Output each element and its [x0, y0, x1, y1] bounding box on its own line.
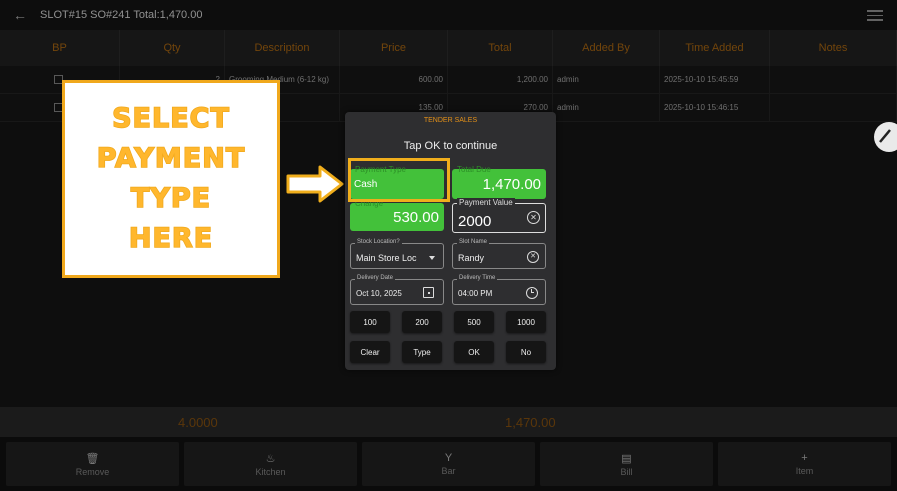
- dialog-subtitle: Tap OK to continue: [403, 140, 498, 152]
- quick-amount-1000-button[interactable]: 1000: [506, 311, 546, 333]
- slot-name-value: Randy: [458, 253, 485, 263]
- total-due-label: Total Due: [457, 165, 491, 174]
- slot-name-label: Slot Name: [457, 239, 490, 245]
- calendar-icon[interactable]: [423, 287, 434, 298]
- callout-line: HERE: [128, 222, 214, 255]
- quick-amount-200-button[interactable]: 200: [402, 311, 442, 333]
- pointer-arrow-icon: [286, 165, 344, 203]
- quick-amount-100-button[interactable]: 100: [350, 311, 390, 333]
- payment-value-input[interactable]: Payment Value 2000 ✕: [452, 198, 546, 233]
- delivery-date-field[interactable]: Delivery Date Oct 10, 2025: [350, 275, 444, 305]
- pencil-icon: [879, 129, 891, 143]
- ok-button[interactable]: OK: [454, 341, 494, 363]
- callout-line: PAYMENT: [96, 142, 246, 175]
- clear-button[interactable]: Clear: [350, 341, 390, 363]
- callout-line: SELECT: [111, 102, 230, 135]
- delivery-date-label: Delivery Date: [355, 275, 396, 281]
- change-field: Change 530.00: [350, 199, 444, 231]
- delivery-date-value: Oct 10, 2025: [356, 289, 402, 298]
- stock-location-select[interactable]: Stock Location? Main Store Loc: [350, 239, 444, 269]
- change-value: 530.00: [393, 209, 439, 226]
- edit-button[interactable]: [874, 122, 897, 152]
- clear-icon[interactable]: ✕: [527, 211, 540, 224]
- total-due-value: 1,470.00: [482, 176, 541, 193]
- no-button[interactable]: No: [506, 341, 546, 363]
- callout-line: TYPE: [130, 182, 212, 215]
- quick-amount-500-button[interactable]: 500: [454, 311, 494, 333]
- dialog-title: TENDER SALES: [423, 117, 478, 124]
- payment-value: 2000: [458, 213, 492, 230]
- delivery-time-label: Delivery Time: [457, 275, 498, 281]
- instruction-callout: SELECT PAYMENT TYPE HERE: [62, 80, 280, 278]
- tender-sales-dialog: TENDER SALES Tap OK to continue Payment …: [345, 112, 556, 370]
- dropdown-caret-icon: [429, 256, 435, 260]
- stock-location-value: Main Store Loc: [356, 253, 417, 263]
- slot-name-field[interactable]: Slot Name Randy ✕: [452, 239, 546, 269]
- payment-type-highlight: [348, 158, 450, 202]
- clear-icon[interactable]: ✕: [527, 251, 539, 263]
- delivery-time-value: 04:00 PM: [458, 289, 493, 298]
- type-button[interactable]: Type: [402, 341, 442, 363]
- delivery-time-field[interactable]: Delivery Time 04:00 PM: [452, 275, 546, 305]
- total-due-field: Total Due 1,470.00: [452, 165, 546, 199]
- clock-icon[interactable]: [526, 287, 538, 299]
- payment-value-label: Payment Value: [457, 198, 515, 207]
- stock-location-label: Stock Location?: [355, 239, 402, 245]
